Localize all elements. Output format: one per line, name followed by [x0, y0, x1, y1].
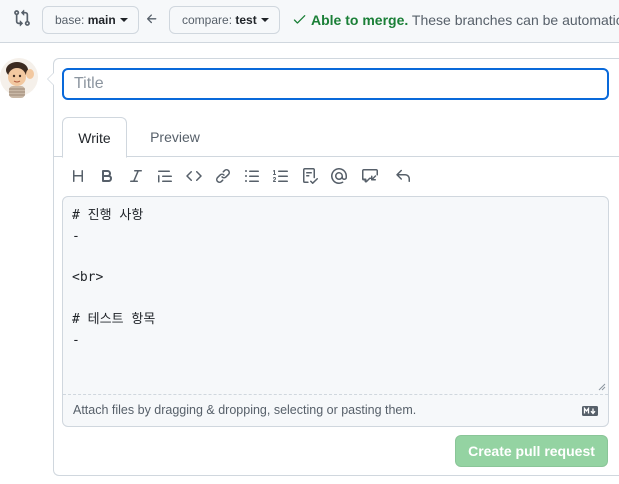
base-branch-select[interactable]: base: main [42, 6, 139, 34]
italic-button[interactable] [124, 165, 148, 187]
title-input[interactable] [62, 68, 609, 100]
bold-icon [102, 170, 113, 182]
attach-hint: Attach files by dragging & dropping, sel… [73, 403, 417, 417]
create-pull-request-button[interactable]: Create pull request [455, 435, 608, 467]
compare-branch-select[interactable]: compare: test [169, 6, 280, 34]
ordered-list-button[interactable] [269, 165, 293, 187]
code-icon [186, 170, 202, 182]
task-list-icon [303, 168, 318, 184]
heading-icon [73, 170, 83, 182]
avatar[interactable] [0, 58, 38, 100]
link-button[interactable] [211, 165, 235, 187]
reference-icon [362, 169, 378, 183]
caret-down-icon [119, 18, 128, 22]
undo-button[interactable] [391, 165, 415, 187]
link-icon [215, 168, 231, 184]
arrow-left-icon [146, 14, 157, 24]
bold-button[interactable] [95, 165, 119, 187]
task-list-button[interactable] [298, 165, 322, 187]
git-compare-icon [14, 9, 30, 27]
attach-files-bar[interactable]: Attach files by dragging & dropping, sel… [63, 394, 608, 426]
base-value: main [87, 13, 116, 27]
check-icon [293, 15, 306, 24]
panel-pointer-inner [48, 73, 54, 85]
merge-description: These branches can be automatically merg… [411, 12, 619, 28]
compare-label: compare: [182, 13, 233, 27]
unordered-list-icon [245, 170, 259, 182]
italic-icon [130, 170, 142, 182]
compare-value: test [235, 13, 257, 27]
markdown-icon[interactable] [582, 406, 598, 416]
tab-preview[interactable]: Preview [140, 117, 210, 157]
undo-icon [396, 169, 410, 182]
base-label: base: [55, 13, 85, 27]
resize-handle-icon[interactable] [598, 383, 606, 391]
editor-tabs: Write Preview [54, 117, 619, 158]
quote-icon [158, 170, 172, 183]
merge-status-text: Able to merge. [311, 12, 409, 28]
ordered-list-icon [273, 170, 288, 182]
heading-button[interactable] [66, 165, 90, 187]
caret-down-icon [260, 18, 269, 22]
merge-status: Able to merge. These branches can be aut… [293, 12, 619, 28]
unordered-list-button[interactable] [240, 165, 264, 187]
body-editor[interactable]: # 진행 사항 - <br> # 테스트 항목 - Attach files b… [62, 196, 609, 427]
mention-button[interactable] [327, 165, 351, 187]
code-button[interactable] [182, 165, 206, 187]
reference-button[interactable] [358, 165, 382, 187]
quote-button[interactable] [153, 165, 177, 187]
compare-bar: base: main compare: test Able to merge. … [0, 0, 619, 43]
memoji-avatar-icon [0, 58, 38, 98]
mention-icon [331, 168, 347, 184]
tab-write[interactable]: Write [62, 117, 127, 158]
body-textarea[interactable]: # 진행 사항 - <br> # 테스트 항목 - [72, 206, 155, 352]
